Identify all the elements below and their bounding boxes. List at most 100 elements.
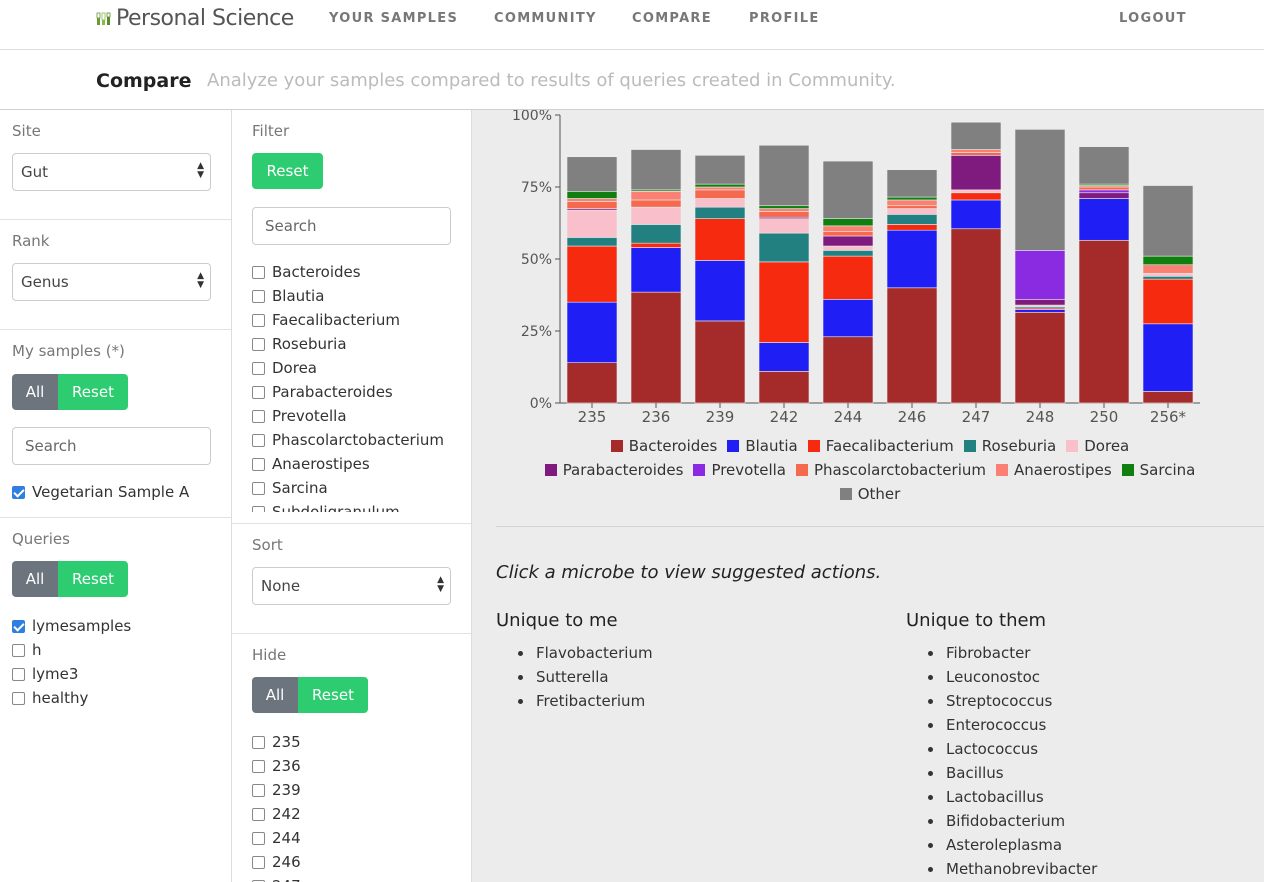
bar-segment-anaerostipes[interactable] xyxy=(630,191,682,201)
microbe-link[interactable]: Flavobacterium xyxy=(496,641,653,665)
checkbox-checked-icon[interactable] xyxy=(12,485,25,499)
bar-segment-bacteroides[interactable] xyxy=(1078,239,1130,404)
bar-segment-phascolarctobacterium[interactable] xyxy=(822,231,874,237)
legend-item[interactable]: Sarcina xyxy=(1121,458,1195,482)
hide-reset-button[interactable]: Reset xyxy=(298,677,368,713)
legend-item[interactable]: Faecalibacterium xyxy=(807,434,954,458)
checkbox-icon[interactable] xyxy=(252,409,265,423)
bar-segment-other[interactable] xyxy=(886,169,938,198)
bar-segment-faecalibacterium[interactable] xyxy=(694,218,746,261)
filter-checkbox-row[interactable]: Roseburia xyxy=(252,335,347,353)
bar-segment-faecalibacterium[interactable] xyxy=(630,242,682,248)
checkbox-icon[interactable] xyxy=(252,313,265,327)
checkbox-icon[interactable] xyxy=(252,831,265,845)
bar-segment-faecalibacterium[interactable] xyxy=(758,261,810,343)
my-samples-reset-button[interactable]: Reset xyxy=(58,374,128,410)
filter-checkbox-row[interactable]: Subdoligranulum xyxy=(252,503,400,512)
queries-all-button[interactable]: All xyxy=(12,561,58,597)
bar-segment-anaerostipes[interactable] xyxy=(950,149,1002,153)
hide-checkbox-row[interactable]: 244 xyxy=(252,829,301,847)
sample-checkbox-row[interactable]: Vegetarian Sample A xyxy=(12,483,189,501)
bar-segment-sarcina[interactable] xyxy=(1142,255,1194,266)
bar-segment-roseburia[interactable] xyxy=(758,232,810,263)
bar-segment-blautia[interactable] xyxy=(1142,323,1194,392)
bar-segment-blautia[interactable] xyxy=(694,260,746,322)
bar-segment-phascolarctobacterium[interactable] xyxy=(630,199,682,208)
bar-segment-other[interactable] xyxy=(566,156,618,192)
bar-segment-bacteroides[interactable] xyxy=(630,291,682,404)
bar-segment-other[interactable] xyxy=(758,144,810,207)
legend-item[interactable]: Anaerostipes xyxy=(996,458,1112,482)
my-samples-search-input[interactable]: Search xyxy=(12,427,211,465)
bar-segment-phascolarctobacterium[interactable] xyxy=(950,152,1002,156)
bar-segment-parabacteroides[interactable] xyxy=(822,235,874,247)
bar-segment-blautia[interactable] xyxy=(886,229,938,289)
checkbox-icon[interactable] xyxy=(252,735,265,749)
bar-segment-parabacteroides[interactable] xyxy=(1078,192,1130,199)
legend-item[interactable]: Blautia xyxy=(727,434,798,458)
hide-all-button[interactable]: All xyxy=(252,677,298,713)
bar-segment-parabacteroides[interactable] xyxy=(1014,299,1066,306)
bar-segment-blautia[interactable] xyxy=(758,342,810,372)
microbe-link[interactable]: Bacillus xyxy=(906,761,1097,785)
microbe-link[interactable]: Streptococcus xyxy=(906,689,1097,713)
microbe-link[interactable]: Bifidobacterium xyxy=(906,809,1097,833)
bar-segment-bacteroides[interactable] xyxy=(886,287,938,404)
filter-checkbox-row[interactable]: Dorea xyxy=(252,359,317,377)
bar-segment-faecalibacterium[interactable] xyxy=(950,192,1002,201)
bar-segment-prevotella[interactable] xyxy=(1078,189,1130,194)
bar-segment-dorea[interactable] xyxy=(950,189,1002,194)
bar-segment-roseburia[interactable] xyxy=(630,224,682,244)
bar-segment-anaerostipes[interactable] xyxy=(822,225,874,232)
microbe-link[interactable]: Fretibacterium xyxy=(496,689,653,713)
checkbox-icon[interactable] xyxy=(252,783,265,797)
bar-segment-blautia[interactable] xyxy=(1014,309,1066,313)
bar-segment-other[interactable] xyxy=(1142,185,1194,257)
my-samples-all-button[interactable]: All xyxy=(12,374,58,410)
hide-checkbox-row[interactable]: 242 xyxy=(252,805,301,823)
bar-segment-parabacteroides[interactable] xyxy=(950,155,1002,191)
bar-segment-roseburia[interactable] xyxy=(566,237,618,247)
checkbox-icon[interactable] xyxy=(12,643,25,657)
checkbox-icon[interactable] xyxy=(12,691,25,705)
microbe-link[interactable]: Lactococcus xyxy=(906,737,1097,761)
bar-segment-other[interactable] xyxy=(1014,129,1066,251)
microbe-link[interactable]: Enterococcus xyxy=(906,713,1097,737)
checkbox-icon[interactable] xyxy=(252,505,265,512)
bar-segment-bacteroides[interactable] xyxy=(694,320,746,404)
bar-segment-bacteroides[interactable] xyxy=(758,371,810,404)
bar-segment-blautia[interactable] xyxy=(950,199,1002,230)
hide-checkbox-row[interactable]: 247 xyxy=(252,877,301,882)
bar-segment-dorea[interactable] xyxy=(822,245,874,251)
bar-segment-faecalibacterium[interactable] xyxy=(822,255,874,300)
hide-checkbox-row[interactable]: 239 xyxy=(252,781,301,799)
filter-checkbox-row[interactable]: Blautia xyxy=(252,287,324,305)
bar-segment-roseburia[interactable] xyxy=(694,206,746,219)
bar-segment-faecalibacterium[interactable] xyxy=(886,224,938,231)
bar-segment-anaerostipes[interactable] xyxy=(886,199,938,207)
legend-item[interactable]: Roseburia xyxy=(963,434,1056,458)
bar-segment-blautia[interactable] xyxy=(630,247,682,293)
nav-logout[interactable]: LOGOUT xyxy=(1119,11,1187,26)
checkbox-icon[interactable] xyxy=(252,265,265,279)
checkbox-icon[interactable] xyxy=(252,457,265,471)
bar-segment-anaerostipes[interactable] xyxy=(566,198,618,202)
microbe-link[interactable]: Leuconostoc xyxy=(906,665,1097,689)
filter-list[interactable]: Bacteroides Blautia Faecalibacterium Ros… xyxy=(252,260,472,512)
filter-checkbox-row[interactable]: Sarcina xyxy=(252,479,328,497)
checkbox-icon[interactable] xyxy=(252,481,265,495)
bar-segment-prevotella[interactable] xyxy=(1014,250,1066,300)
bar-segment-other[interactable] xyxy=(822,160,874,219)
bar-segment-dorea[interactable] xyxy=(566,209,618,238)
bar-segment-sarcina[interactable] xyxy=(822,218,874,227)
bar-segment-other[interactable] xyxy=(694,155,746,185)
legend-item[interactable]: Parabacteroides xyxy=(544,458,683,482)
checkbox-icon[interactable] xyxy=(252,433,265,447)
checkbox-icon[interactable] xyxy=(252,337,265,351)
bar-segment-phascolarctobacterium[interactable] xyxy=(1078,186,1130,191)
bar-segment-blautia[interactable] xyxy=(822,299,874,338)
bar-segment-sarcina[interactable] xyxy=(694,183,746,188)
bar-segment-other[interactable] xyxy=(950,121,1002,150)
bar-segment-bacteroides[interactable] xyxy=(1014,311,1066,404)
bar-segment-sarcina[interactable] xyxy=(566,191,618,199)
